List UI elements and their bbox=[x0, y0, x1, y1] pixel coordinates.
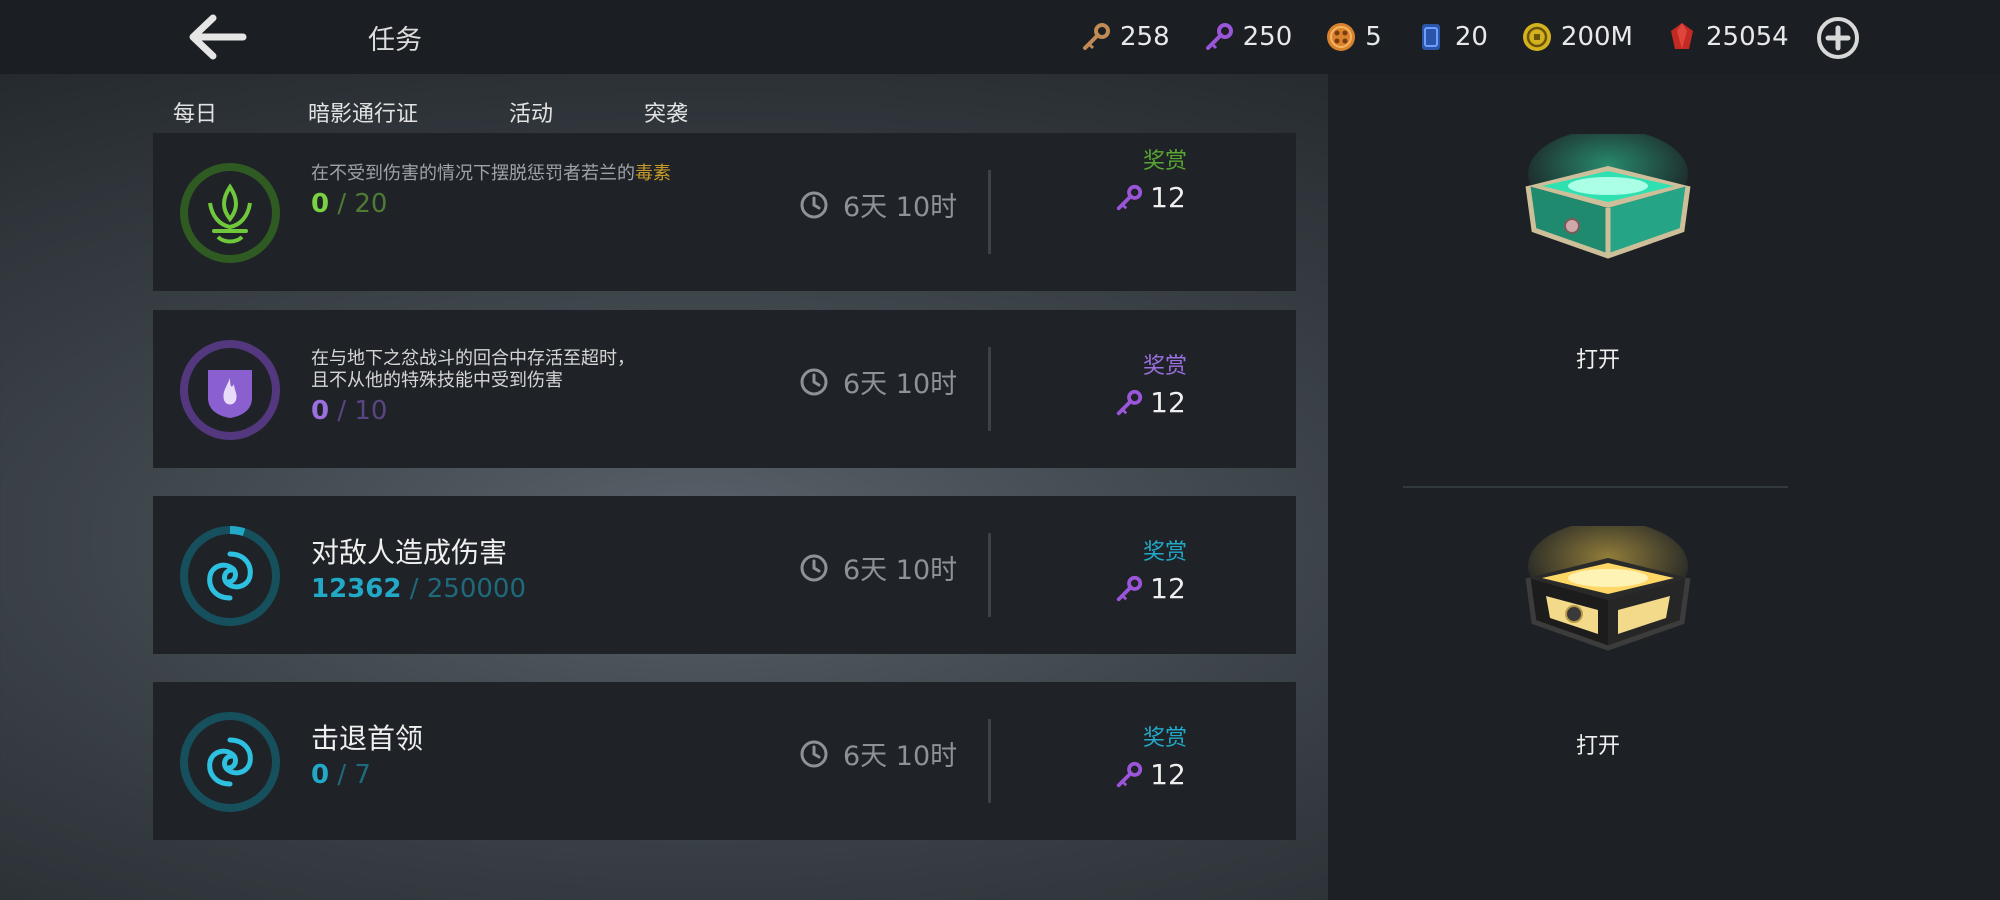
currency-red-gem: 25054 bbox=[1666, 21, 1789, 53]
timer-text: 6天 10时 bbox=[843, 192, 958, 223]
progress-current: 0 bbox=[311, 189, 330, 219]
reward-value: 12 bbox=[1150, 758, 1186, 791]
progress-current: 0 bbox=[311, 396, 330, 426]
divider bbox=[988, 533, 991, 617]
currency-value: 20 bbox=[1454, 22, 1488, 52]
quest-timer: 6天 10时 bbox=[799, 362, 957, 401]
progress-total: 20 bbox=[354, 189, 388, 219]
quest-reward: 奖赏 12 bbox=[1105, 534, 1225, 605]
add-currency-button[interactable] bbox=[1815, 15, 1861, 61]
tab-events[interactable]: 活动 bbox=[509, 96, 553, 128]
currency-purple-key: 250 bbox=[1203, 21, 1293, 53]
progress-current: 12362 bbox=[311, 574, 402, 604]
blue-card-icon bbox=[1421, 24, 1440, 50]
currency-value: 200M bbox=[1560, 22, 1633, 52]
purple-key-icon bbox=[1116, 575, 1143, 601]
clock-icon bbox=[800, 368, 828, 395]
currency-blue-card: 20 bbox=[1415, 21, 1488, 53]
progress-current: 0 bbox=[311, 760, 330, 790]
timer-text: 6天 10时 bbox=[843, 741, 958, 772]
back-arrow-icon[interactable] bbox=[185, 12, 249, 62]
green-chest-icon[interactable] bbox=[1498, 134, 1718, 274]
progress-total: 250000 bbox=[426, 574, 527, 604]
quest-timer: 6天 10时 bbox=[799, 185, 957, 224]
reward-label: 奖赏 bbox=[1142, 540, 1187, 565]
quest-tabs: 每日 暗影通行证 活动 突袭 bbox=[153, 74, 1296, 140]
quest-highlight: 毒素 bbox=[635, 163, 671, 184]
page-title: 任务 bbox=[368, 25, 422, 56]
quest-item: 击退首领 0 / 7 6天 10时 奖赏 12 bbox=[153, 682, 1296, 840]
swirl-icon bbox=[180, 526, 280, 626]
quest-timer: 6天 10时 bbox=[799, 734, 957, 773]
currency-value: 5 bbox=[1365, 22, 1382, 52]
currency-gold-coin: 200M bbox=[1521, 21, 1633, 53]
clock-icon bbox=[800, 740, 828, 767]
currency-bar: 258 250 5 20 200M 25054 bbox=[1080, 16, 1822, 58]
purple-key-icon bbox=[1205, 23, 1233, 50]
orange-token-icon bbox=[1327, 23, 1356, 51]
reward-label: 奖赏 bbox=[1142, 149, 1187, 174]
top-bar: 任务 258 250 5 20 200M 25054 bbox=[0, 0, 2000, 74]
progress-total: 7 bbox=[354, 760, 371, 790]
quest-reward: 奖赏 12 bbox=[1105, 143, 1225, 214]
purple-key-icon bbox=[1116, 184, 1143, 210]
quest-timer: 6天 10时 bbox=[799, 548, 957, 587]
purple-key-icon bbox=[1116, 761, 1143, 787]
reward-value: 12 bbox=[1150, 572, 1186, 605]
quest-item: 在与地下之忿战斗的回合中存活至超时， 且不从他的特殊技能中受到伤害 0 / 10… bbox=[153, 310, 1296, 468]
gold-chest-icon[interactable] bbox=[1498, 526, 1718, 666]
purple-key-icon bbox=[1116, 389, 1143, 415]
divider bbox=[988, 170, 991, 254]
currency-orange-token: 5 bbox=[1325, 21, 1382, 53]
chest-panel: 打开 打开 bbox=[1328, 74, 2000, 900]
plus-circle-icon bbox=[1817, 17, 1859, 59]
swirl-icon bbox=[180, 712, 280, 812]
quest-reward: 奖赏 12 bbox=[1105, 720, 1225, 791]
currency-value: 250 bbox=[1242, 22, 1293, 52]
lotus-icon bbox=[180, 163, 280, 263]
gold-coin-icon bbox=[1522, 23, 1551, 51]
quest-list: 在不受到伤害的情况下摆脱惩罚者若兰的毒素 0 / 20 6天 10时 奖赏 12… bbox=[153, 133, 1296, 900]
quest-reward: 奖赏 12 bbox=[1105, 348, 1225, 419]
divider bbox=[1403, 486, 1788, 488]
quest-item: 对敌人造成伤害 12362 / 250000 6天 10时 奖赏 12 bbox=[153, 496, 1296, 654]
divider bbox=[988, 719, 991, 803]
divider bbox=[988, 347, 991, 431]
clock-icon bbox=[800, 191, 828, 218]
open-chest-button[interactable]: 打开 bbox=[1576, 342, 1620, 374]
currency-value: 258 bbox=[1120, 22, 1170, 52]
clock-icon bbox=[800, 554, 828, 581]
progress-total: 10 bbox=[354, 396, 388, 426]
reward-label: 奖赏 bbox=[1142, 726, 1187, 751]
shield-fire-icon bbox=[180, 340, 280, 440]
currency-value: 25054 bbox=[1705, 22, 1789, 52]
quest-text: 在不受到伤害的情况下摆脱惩罚者若兰的 bbox=[311, 163, 635, 184]
reward-value: 12 bbox=[1150, 181, 1186, 214]
timer-text: 6天 10时 bbox=[843, 369, 958, 400]
open-chest-button[interactable]: 打开 bbox=[1576, 728, 1620, 760]
tab-daily[interactable]: 每日 bbox=[173, 96, 217, 128]
bronze-key-icon bbox=[1083, 23, 1110, 50]
quest-item: 在不受到伤害的情况下摆脱惩罚者若兰的毒素 0 / 20 6天 10时 奖赏 12 bbox=[153, 133, 1296, 291]
reward-label: 奖赏 bbox=[1142, 354, 1187, 379]
quest-panel: 每日 暗影通行证 活动 突袭 在不受到伤害的情况下摆脱惩罚者若兰的毒素 0 / … bbox=[0, 74, 1328, 900]
red-gem-icon bbox=[1670, 23, 1693, 49]
tab-shadow-pass[interactable]: 暗影通行证 bbox=[308, 96, 418, 128]
timer-text: 6天 10时 bbox=[843, 555, 958, 586]
tab-raid[interactable]: 突袭 bbox=[644, 96, 689, 140]
reward-value: 12 bbox=[1150, 386, 1186, 419]
currency-bronze-key: 258 bbox=[1080, 21, 1170, 53]
